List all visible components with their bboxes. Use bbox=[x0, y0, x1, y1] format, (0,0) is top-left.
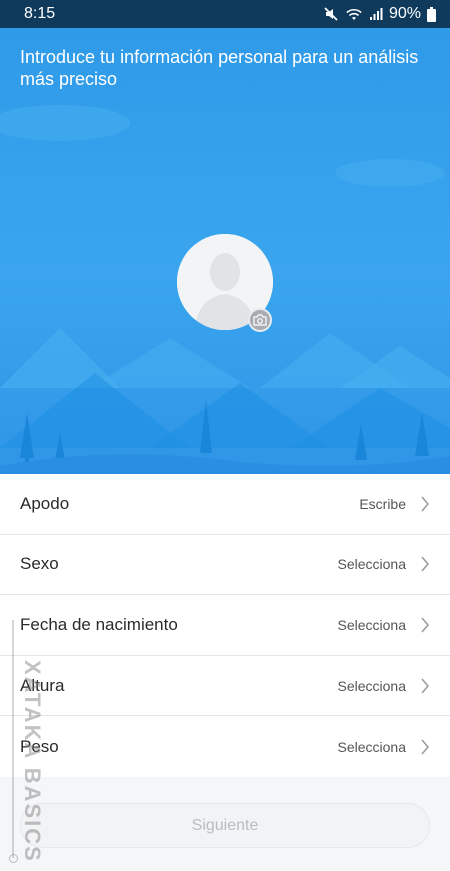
row-value: Selecciona bbox=[337, 677, 407, 694]
camera-button[interactable] bbox=[248, 308, 272, 332]
row-label: Altura bbox=[20, 675, 65, 695]
row-label: Apodo bbox=[20, 493, 70, 513]
battery-percentage: 90% bbox=[388, 5, 421, 22]
row-sex[interactable]: Sexo Selecciona bbox=[0, 535, 450, 596]
next-button[interactable]: Siguiente bbox=[20, 803, 430, 848]
status-time: 8:15 bbox=[24, 5, 56, 22]
row-label: Sexo bbox=[20, 554, 59, 574]
row-weight[interactable]: Peso Selecciona bbox=[0, 716, 450, 777]
row-value: Selecciona bbox=[337, 556, 407, 573]
profile-form: Apodo Escribe Sexo Selecciona Fecha de n… bbox=[0, 474, 450, 777]
avatar-upload[interactable] bbox=[177, 234, 273, 332]
chevron-right-icon bbox=[421, 678, 429, 694]
mute-icon bbox=[323, 6, 339, 22]
watermark-text: XATAKA BASICS bbox=[20, 660, 45, 863]
wifi-icon bbox=[345, 7, 363, 21]
row-birthdate[interactable]: Fecha de nacimiento Selecciona bbox=[0, 595, 450, 656]
camera-icon bbox=[253, 314, 267, 326]
row-label: Peso bbox=[20, 736, 59, 756]
status-bar: 8:15 90% bbox=[0, 0, 450, 28]
status-icons: 90% bbox=[323, 5, 436, 23]
chevron-right-icon bbox=[421, 617, 429, 633]
row-value: Selecciona bbox=[337, 738, 407, 755]
row-value: Selecciona bbox=[337, 616, 407, 633]
chevron-right-icon bbox=[421, 739, 429, 755]
watermark-line bbox=[12, 620, 14, 858]
chevron-right-icon bbox=[421, 556, 429, 572]
chevron-right-icon bbox=[421, 496, 429, 512]
hero-title: Introduce tu información personal para u… bbox=[20, 47, 419, 89]
battery-icon bbox=[427, 6, 436, 22]
signal-icon bbox=[369, 7, 383, 21]
row-label: Fecha de nacimiento bbox=[20, 614, 178, 634]
hero-header: Introduce tu información personal para u… bbox=[0, 28, 450, 474]
watermark-dot bbox=[9, 854, 18, 863]
row-height[interactable]: Altura Selecciona bbox=[0, 656, 450, 717]
row-value: Escribe bbox=[359, 495, 406, 512]
row-nickname[interactable]: Apodo Escribe bbox=[0, 474, 450, 535]
